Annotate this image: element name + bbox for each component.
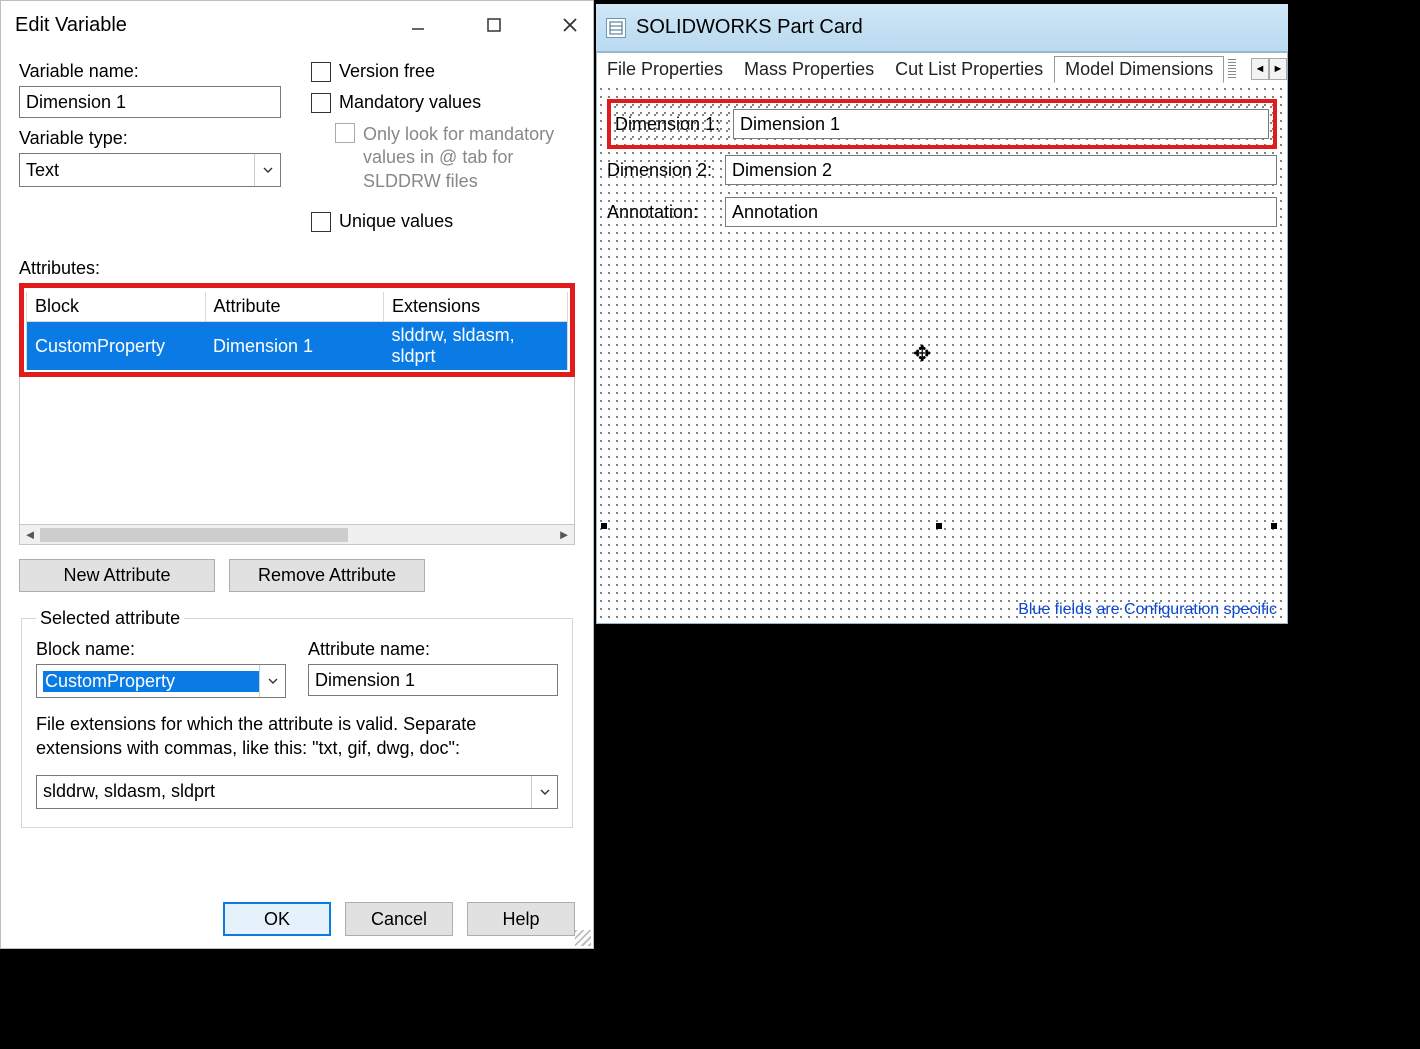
field-highlight-frame: Dimension 1:	[607, 99, 1277, 149]
move-cursor-icon: ✥	[913, 341, 931, 367]
field-label: Dimension 2:	[607, 160, 717, 181]
scroll-track[interactable]	[40, 528, 554, 542]
variable-type-label: Variable type:	[19, 128, 281, 149]
extensions-note: File extensions for which the attribute …	[36, 712, 558, 761]
field-input-dimension-1[interactable]	[733, 109, 1269, 139]
tab-model-dimensions[interactable]: Model Dimensions	[1054, 56, 1224, 83]
tab-cutlist-properties[interactable]: Cut List Properties	[885, 57, 1054, 82]
field-label: Dimension 1:	[615, 114, 725, 135]
card-title: SOLIDWORKS Part Card	[636, 16, 863, 39]
tab-scroll-right-button[interactable]: ►	[1269, 58, 1287, 80]
variable-name-input[interactable]	[19, 86, 281, 118]
scroll-left-icon[interactable]: ◄	[20, 527, 40, 542]
field-input-annotation[interactable]	[725, 197, 1277, 227]
extensions-select[interactable]: slddrw, sldasm, sldprt	[36, 775, 558, 809]
card-titlebar[interactable]: SOLIDWORKS Part Card	[596, 4, 1288, 52]
selection-handles[interactable]	[601, 523, 1277, 529]
close-button[interactable]	[547, 3, 593, 47]
scroll-thumb[interactable]	[40, 528, 348, 542]
attributes-highlight-frame: Block Attribute Extensions CustomPropert…	[19, 283, 575, 377]
col-extensions[interactable]: Extensions	[384, 292, 568, 322]
table-header-row: Block Attribute Extensions	[27, 292, 568, 322]
scroll-right-icon[interactable]: ►	[554, 527, 574, 542]
cell-extensions: slddrw, sldasm, sldprt	[384, 322, 568, 371]
attributes-list-body[interactable]	[19, 377, 575, 525]
resize-grip[interactable]	[575, 930, 591, 946]
part-card-window: SOLIDWORKS Part Card File Properties Mas…	[596, 4, 1288, 624]
checkbox-box-icon	[311, 93, 331, 113]
attributes-table[interactable]: Block Attribute Extensions CustomPropert…	[26, 292, 568, 370]
edit-variable-dialog: Edit Variable Variable name: Variable ty…	[0, 0, 594, 949]
help-button[interactable]: Help	[467, 902, 575, 936]
variable-type-value: Text	[26, 160, 254, 181]
card-client-area[interactable]: File Properties Mass Properties Cut List…	[596, 52, 1288, 624]
checkbox-box-icon	[335, 123, 355, 143]
mandatory-values-checkbox[interactable]: Mandatory values	[311, 92, 575, 113]
version-free-checkbox[interactable]: Version free	[311, 61, 575, 82]
mandatory-subnote-checkbox: Only look for mandatory values in @ tab …	[311, 123, 575, 193]
field-input-dimension-2[interactable]	[725, 155, 1277, 185]
dialog-button-row: OK Cancel Help	[223, 902, 575, 936]
selected-attribute-group: Selected attribute Block name: CustomPro…	[21, 608, 573, 828]
field-row-annotation: Annotation:	[607, 197, 1277, 227]
attribute-name-label: Attribute name:	[308, 639, 558, 660]
cell-attribute: Dimension 1	[205, 322, 384, 371]
chevron-down-icon	[531, 776, 557, 808]
attributes-horizontal-scrollbar[interactable]: ◄ ►	[19, 525, 575, 545]
block-name-value: CustomProperty	[43, 671, 259, 692]
card-form-area[interactable]: Dimension 1: Dimension 2: Annotation: ✥	[597, 85, 1287, 253]
mandatory-subnote: Only look for mandatory values in @ tab …	[363, 123, 573, 193]
col-attribute[interactable]: Attribute	[205, 292, 384, 322]
dialog-title: Edit Variable	[15, 14, 395, 37]
field-row-dimension-1: Dimension 1:	[615, 109, 1269, 139]
chevron-down-icon	[259, 665, 285, 697]
tab-scroll-left-button[interactable]: ◄	[1251, 58, 1269, 80]
table-row[interactable]: CustomProperty Dimension 1 slddrw, sldas…	[27, 322, 568, 371]
chevron-down-icon	[254, 154, 280, 186]
extensions-value: slddrw, sldasm, sldprt	[43, 781, 531, 802]
attribute-name-input[interactable]	[308, 664, 558, 696]
field-row-dimension-2: Dimension 2:	[607, 155, 1277, 185]
selected-attribute-legend: Selected attribute	[36, 608, 184, 629]
minimize-button[interactable]	[395, 3, 441, 47]
mandatory-values-label: Mandatory values	[339, 92, 481, 113]
block-name-label: Block name:	[36, 639, 286, 660]
checkbox-box-icon	[311, 62, 331, 82]
version-free-label: Version free	[339, 61, 435, 82]
maximize-button[interactable]	[471, 3, 517, 47]
tab-mass-properties[interactable]: Mass Properties	[734, 57, 885, 82]
unique-values-label: Unique values	[339, 211, 453, 232]
dialog-titlebar[interactable]: Edit Variable	[1, 1, 593, 49]
variable-name-label: Variable name:	[19, 61, 281, 82]
block-name-select[interactable]: CustomProperty	[36, 664, 286, 698]
checkbox-box-icon	[311, 212, 331, 232]
remove-attribute-button[interactable]: Remove Attribute	[229, 559, 425, 592]
field-label: Annotation:	[607, 202, 717, 223]
ok-button[interactable]: OK	[223, 902, 331, 936]
card-icon	[606, 18, 626, 38]
tab-grip-icon[interactable]	[1228, 59, 1236, 79]
card-tabs: File Properties Mass Properties Cut List…	[597, 53, 1287, 85]
variable-type-select[interactable]: Text	[19, 153, 281, 187]
col-block[interactable]: Block	[27, 292, 206, 322]
config-note: Blue fields are Configuration specific	[1018, 601, 1277, 619]
new-attribute-button[interactable]: New Attribute	[19, 559, 215, 592]
unique-values-checkbox[interactable]: Unique values	[311, 211, 575, 232]
cancel-button[interactable]: Cancel	[345, 902, 453, 936]
cell-block: CustomProperty	[27, 322, 206, 371]
attributes-label: Attributes:	[19, 258, 575, 279]
tab-file-properties[interactable]: File Properties	[597, 57, 734, 82]
